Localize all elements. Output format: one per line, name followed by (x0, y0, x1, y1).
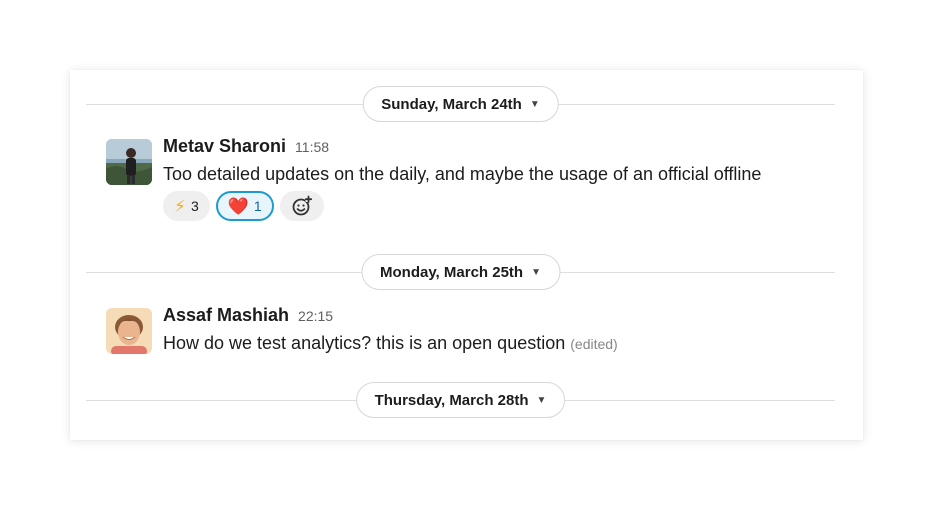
reaction-count: 3 (190, 198, 199, 214)
date-label: Thursday, March 28th (374, 391, 529, 409)
timestamp[interactable]: 11:58 (295, 139, 329, 155)
chevron-down-icon: ▼ (531, 266, 541, 278)
message-item: Metav Sharoni 11:58 Too detailed updates… (106, 136, 843, 229)
reaction-heart[interactable]: ❤️ 1 (215, 191, 274, 221)
date-divider: Thursday, March 28th ▼ (86, 380, 835, 420)
chevron-down-icon: ▼ (529, 98, 540, 110)
date-label: Sunday, March 24th (381, 95, 522, 113)
timestamp[interactable]: 22:15 (298, 308, 333, 324)
date-divider: Sunday, March 24th ▼ (86, 84, 835, 124)
avatar[interactable] (106, 139, 152, 185)
message-pane: Sunday, March 24th ▼ Metav Sharoni 11:58… (70, 70, 863, 440)
date-divider: Monday, March 25th ▼ (86, 252, 835, 292)
reaction-count: 1 (253, 198, 262, 214)
date-pill-button[interactable]: Monday, March 25th ▼ (361, 254, 560, 290)
reaction-bar: ⚡ 3 ❤️ 1 (163, 191, 843, 221)
message-item: Assaf Mashiah 22:15 How do we test analy… (106, 305, 843, 358)
lightning-icon: ⚡ (174, 196, 186, 216)
edited-label: (edited) (570, 336, 618, 352)
author-name[interactable]: Assaf Mashiah (163, 305, 289, 326)
reaction-lightning[interactable]: ⚡ 3 (163, 191, 210, 221)
date-pill-button[interactable]: Thursday, March 28th ▼ (355, 382, 566, 418)
add-emoji-icon (292, 195, 312, 216)
author-name[interactable]: Metav Sharoni (163, 136, 286, 157)
date-label: Monday, March 25th (380, 263, 524, 281)
add-reaction-button[interactable] (279, 191, 324, 221)
avatar[interactable] (106, 308, 152, 354)
chevron-down-icon: ▼ (536, 394, 547, 406)
message-text: Too detailed updates on the daily, and m… (163, 164, 762, 184)
date-pill-button[interactable]: Sunday, March 24th ▼ (362, 86, 559, 122)
message-text-row: How do we test analytics? this is an ope… (163, 331, 843, 356)
message-text: How do we test analytics? this is an ope… (163, 333, 566, 353)
heart-icon: ❤️ (227, 196, 249, 216)
